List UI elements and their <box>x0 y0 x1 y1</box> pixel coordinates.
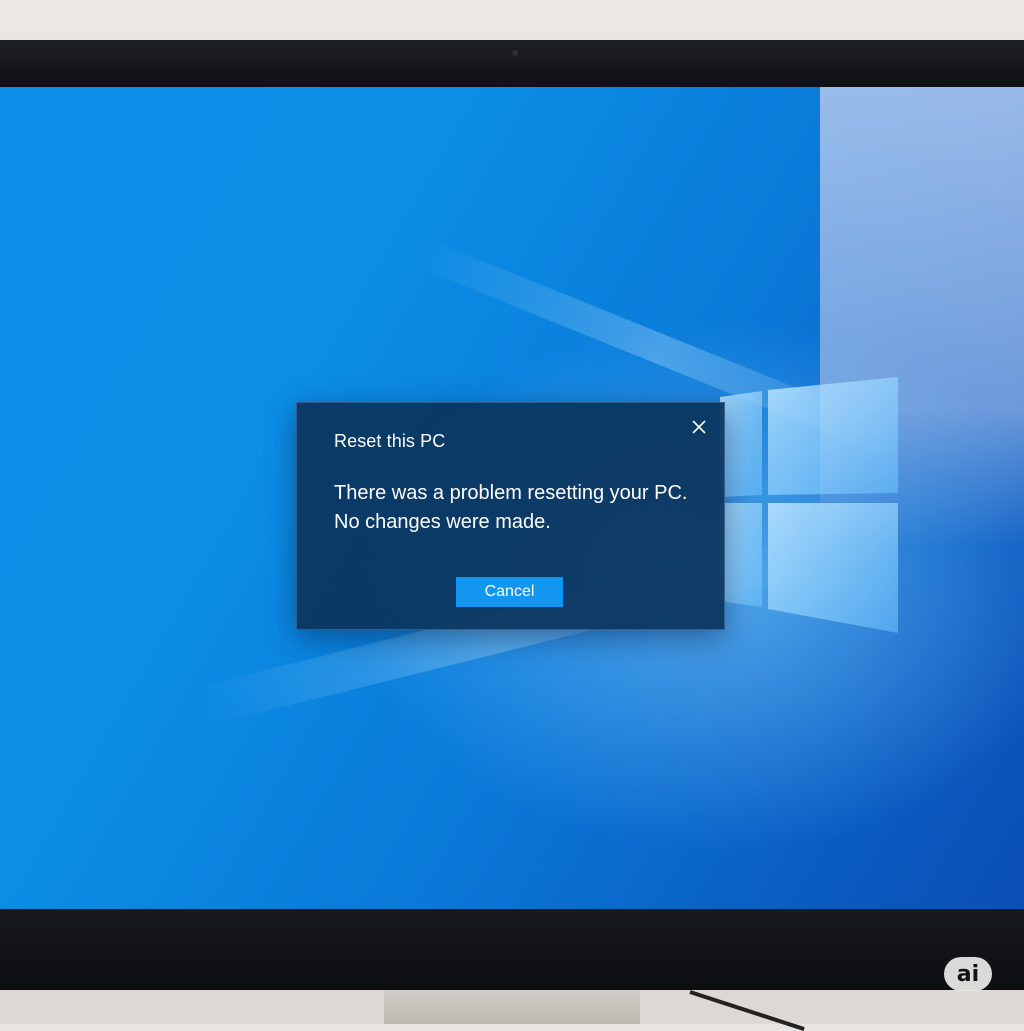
message-line: No changes were made. <box>334 511 551 533</box>
webcam-icon <box>511 49 519 57</box>
reset-pc-dialog: Reset this PC There was a problem resett… <box>296 402 725 630</box>
close-button[interactable] <box>687 415 711 439</box>
monitor-stand <box>384 990 640 1024</box>
monitor-bottom-bezel <box>0 909 1024 990</box>
message-line: There was a problem resetting your PC. <box>334 482 688 504</box>
ai-watermark-badge: ai <box>944 957 992 991</box>
dialog-title: Reset this PC <box>334 431 446 451</box>
monitor-top-bezel <box>0 40 1024 87</box>
desktop-screen: Reset this PC There was a problem resett… <box>0 87 1024 909</box>
cancel-button[interactable]: Cancel <box>456 577 563 607</box>
close-icon <box>692 420 706 434</box>
windows-logo-icon <box>720 377 898 633</box>
dialog-message: There was a problem resetting your PC. N… <box>334 479 704 537</box>
